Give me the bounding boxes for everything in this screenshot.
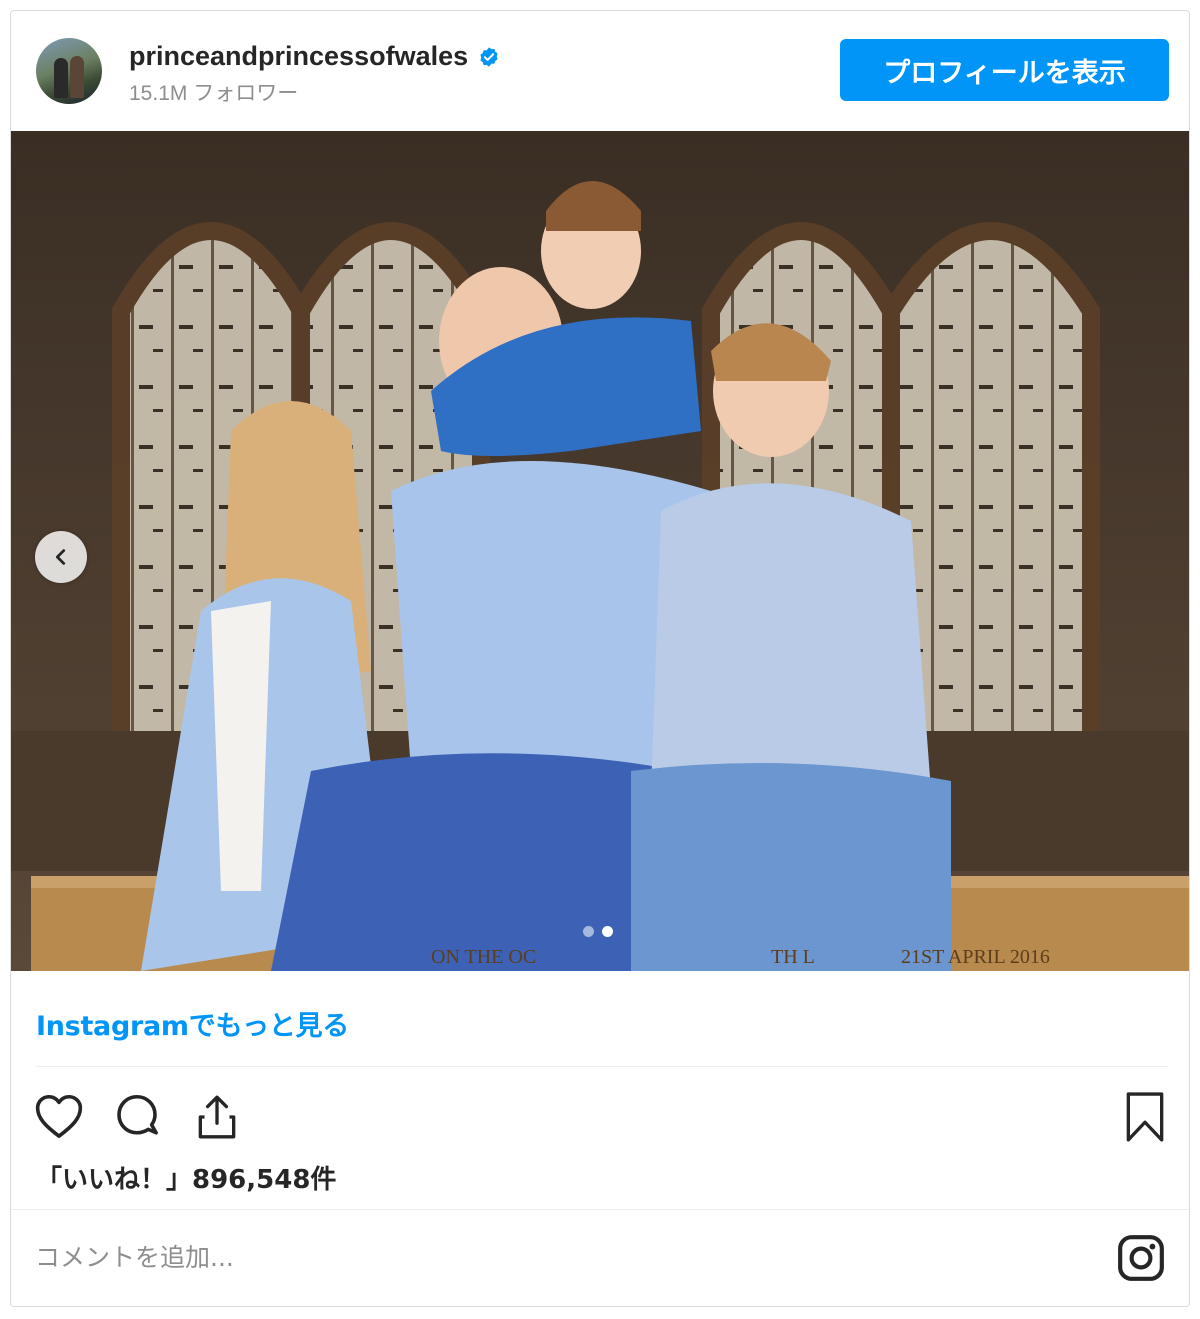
bookmark-icon: [1126, 1092, 1164, 1142]
svg-text:TH L: TH L: [771, 946, 815, 968]
username[interactable]: princeandprincessofwales: [129, 41, 468, 72]
carousel-prev-button[interactable]: [35, 531, 87, 583]
carousel-dot-2: [602, 926, 613, 937]
follower-count: 15.1M フォロワー: [129, 82, 299, 105]
view-profile-button[interactable]: プロフィールを表示: [840, 39, 1169, 101]
carousel-indicator: [583, 926, 613, 937]
instagram-embed-card: princeandprincessofwales 15.1M フォロワー プロフ…: [10, 10, 1190, 1307]
comment-input[interactable]: [35, 1229, 1035, 1285]
svg-text:21ST APRIL 2016: 21ST APRIL 2016: [901, 946, 1050, 968]
divider: [11, 1209, 1189, 1210]
share-button[interactable]: [187, 1087, 247, 1147]
post-photo[interactable]: ON THE OC TH L 21ST APRIL 2016: [11, 131, 1189, 971]
family-photo-image: ON THE OC TH L 21ST APRIL 2016: [11, 131, 1189, 971]
like-button[interactable]: [29, 1087, 89, 1147]
post-header: princeandprincessofwales 15.1M フォロワー プロフ…: [11, 11, 1189, 131]
save-button[interactable]: [1115, 1087, 1175, 1147]
view-more-on-instagram-link[interactable]: Instagramでもっと見る: [36, 1004, 349, 1043]
like-count: 「いいね！」896,548件: [36, 1165, 337, 1195]
instagram-logo-icon[interactable]: [1116, 1233, 1166, 1283]
carousel-dot-1: [583, 926, 594, 937]
verified-badge-icon: [480, 46, 498, 67]
svg-text:ON THE OC: ON THE OC: [431, 946, 536, 968]
username-row[interactable]: princeandprincessofwales: [129, 41, 500, 72]
share-icon: [198, 1095, 236, 1139]
heart-icon: [35, 1094, 83, 1138]
instagram-glyph-icon: [1118, 1235, 1164, 1281]
chevron-left-icon: [55, 549, 66, 565]
profile-avatar[interactable]: [36, 38, 102, 104]
action-bar: [11, 1081, 1189, 1151]
divider: [36, 1066, 1168, 1067]
comment-icon: [117, 1094, 158, 1135]
comment-button[interactable]: [107, 1087, 167, 1147]
